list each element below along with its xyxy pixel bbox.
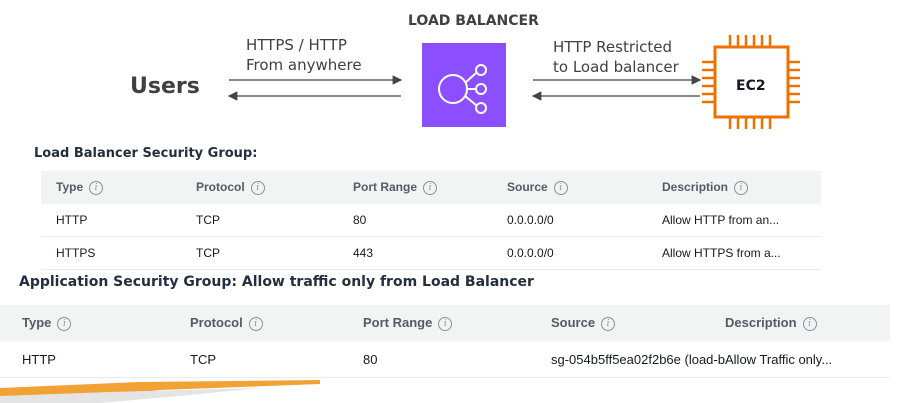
cell-source: 0.0.0.0/0 bbox=[507, 204, 662, 237]
info-icon[interactable]: i bbox=[250, 180, 265, 195]
cell-port-range: 80 bbox=[363, 341, 551, 378]
lb-sg-col-port-range[interactable]: Port Range i bbox=[353, 171, 507, 204]
info-icon[interactable]: i bbox=[553, 180, 568, 195]
table-row[interactable]: HTTP TCP 80 0.0.0.0/0 Allow HTTP from an… bbox=[41, 204, 821, 237]
cell-description: Allow Traffic only... bbox=[725, 341, 890, 378]
cell-source: 0.0.0.0/0 bbox=[507, 236, 662, 270]
cell-port-range: 80 bbox=[353, 204, 507, 237]
lb-sg-col-source[interactable]: Source i bbox=[507, 171, 662, 204]
table-row[interactable]: HTTPS TCP 443 0.0.0.0/0 Allow HTTPS from… bbox=[41, 236, 821, 270]
app-sg-table: Type i Protocol i Port Range i Source i Desc… bbox=[0, 305, 890, 378]
lb-sg-col-description[interactable]: Description i bbox=[662, 171, 821, 204]
lb-sg-header-row: Type i Protocol i Port Range i Source i Desc… bbox=[41, 171, 821, 204]
info-icon[interactable]: i bbox=[89, 180, 104, 195]
cell-source: sg-054b5ff5ea02f2b6e (load-b bbox=[551, 341, 725, 378]
cell-protocol: TCP bbox=[190, 341, 363, 378]
cell-port-range: 443 bbox=[353, 236, 507, 270]
cell-protocol: TCP bbox=[196, 204, 353, 237]
app-sg-col-source[interactable]: Source i bbox=[551, 305, 725, 341]
decorative-swoosh bbox=[0, 380, 320, 403]
lb-sg-col-type[interactable]: Type i bbox=[41, 171, 196, 204]
lb-sg-col-protocol[interactable]: Protocol i bbox=[196, 171, 353, 204]
lb-sg-table: Type i Protocol i Port Range i Source i Desc… bbox=[41, 171, 821, 270]
app-sg-col-type[interactable]: Type i bbox=[0, 305, 190, 341]
app-sg-header-row: Type i Protocol i Port Range i Source i Desc… bbox=[0, 305, 890, 341]
table-row[interactable]: HTTP TCP 80 sg-054b5ff5ea02f2b6e (load-b… bbox=[0, 341, 890, 378]
load-balancer-icon-tile bbox=[422, 43, 506, 127]
info-icon[interactable]: i bbox=[802, 316, 817, 331]
app-sg-col-port-range[interactable]: Port Range i bbox=[363, 305, 551, 341]
cell-type: HTTP bbox=[0, 341, 190, 378]
cell-type: HTTP bbox=[41, 204, 196, 237]
info-icon[interactable]: i bbox=[423, 180, 438, 195]
lb-sg-title: Load Balancer Security Group: bbox=[34, 146, 258, 161]
cell-type: HTTPS bbox=[41, 236, 196, 270]
info-icon[interactable]: i bbox=[248, 316, 263, 331]
info-icon[interactable]: i bbox=[438, 316, 453, 331]
load-balancer-icon bbox=[438, 64, 487, 114]
app-sg-col-protocol[interactable]: Protocol i bbox=[190, 305, 363, 341]
app-sg-title: Application Security Group: Allow traffi… bbox=[19, 274, 534, 290]
info-icon[interactable]: i bbox=[734, 180, 749, 195]
ec2-label: EC2 bbox=[736, 78, 766, 94]
cell-description: Allow HTTPS from a... bbox=[662, 236, 821, 270]
info-icon[interactable]: i bbox=[601, 316, 616, 331]
info-icon[interactable]: i bbox=[57, 316, 72, 331]
app-sg-col-description[interactable]: Description i bbox=[725, 305, 890, 341]
cell-protocol: TCP bbox=[196, 236, 353, 270]
cell-description: Allow HTTP from an... bbox=[662, 204, 821, 237]
